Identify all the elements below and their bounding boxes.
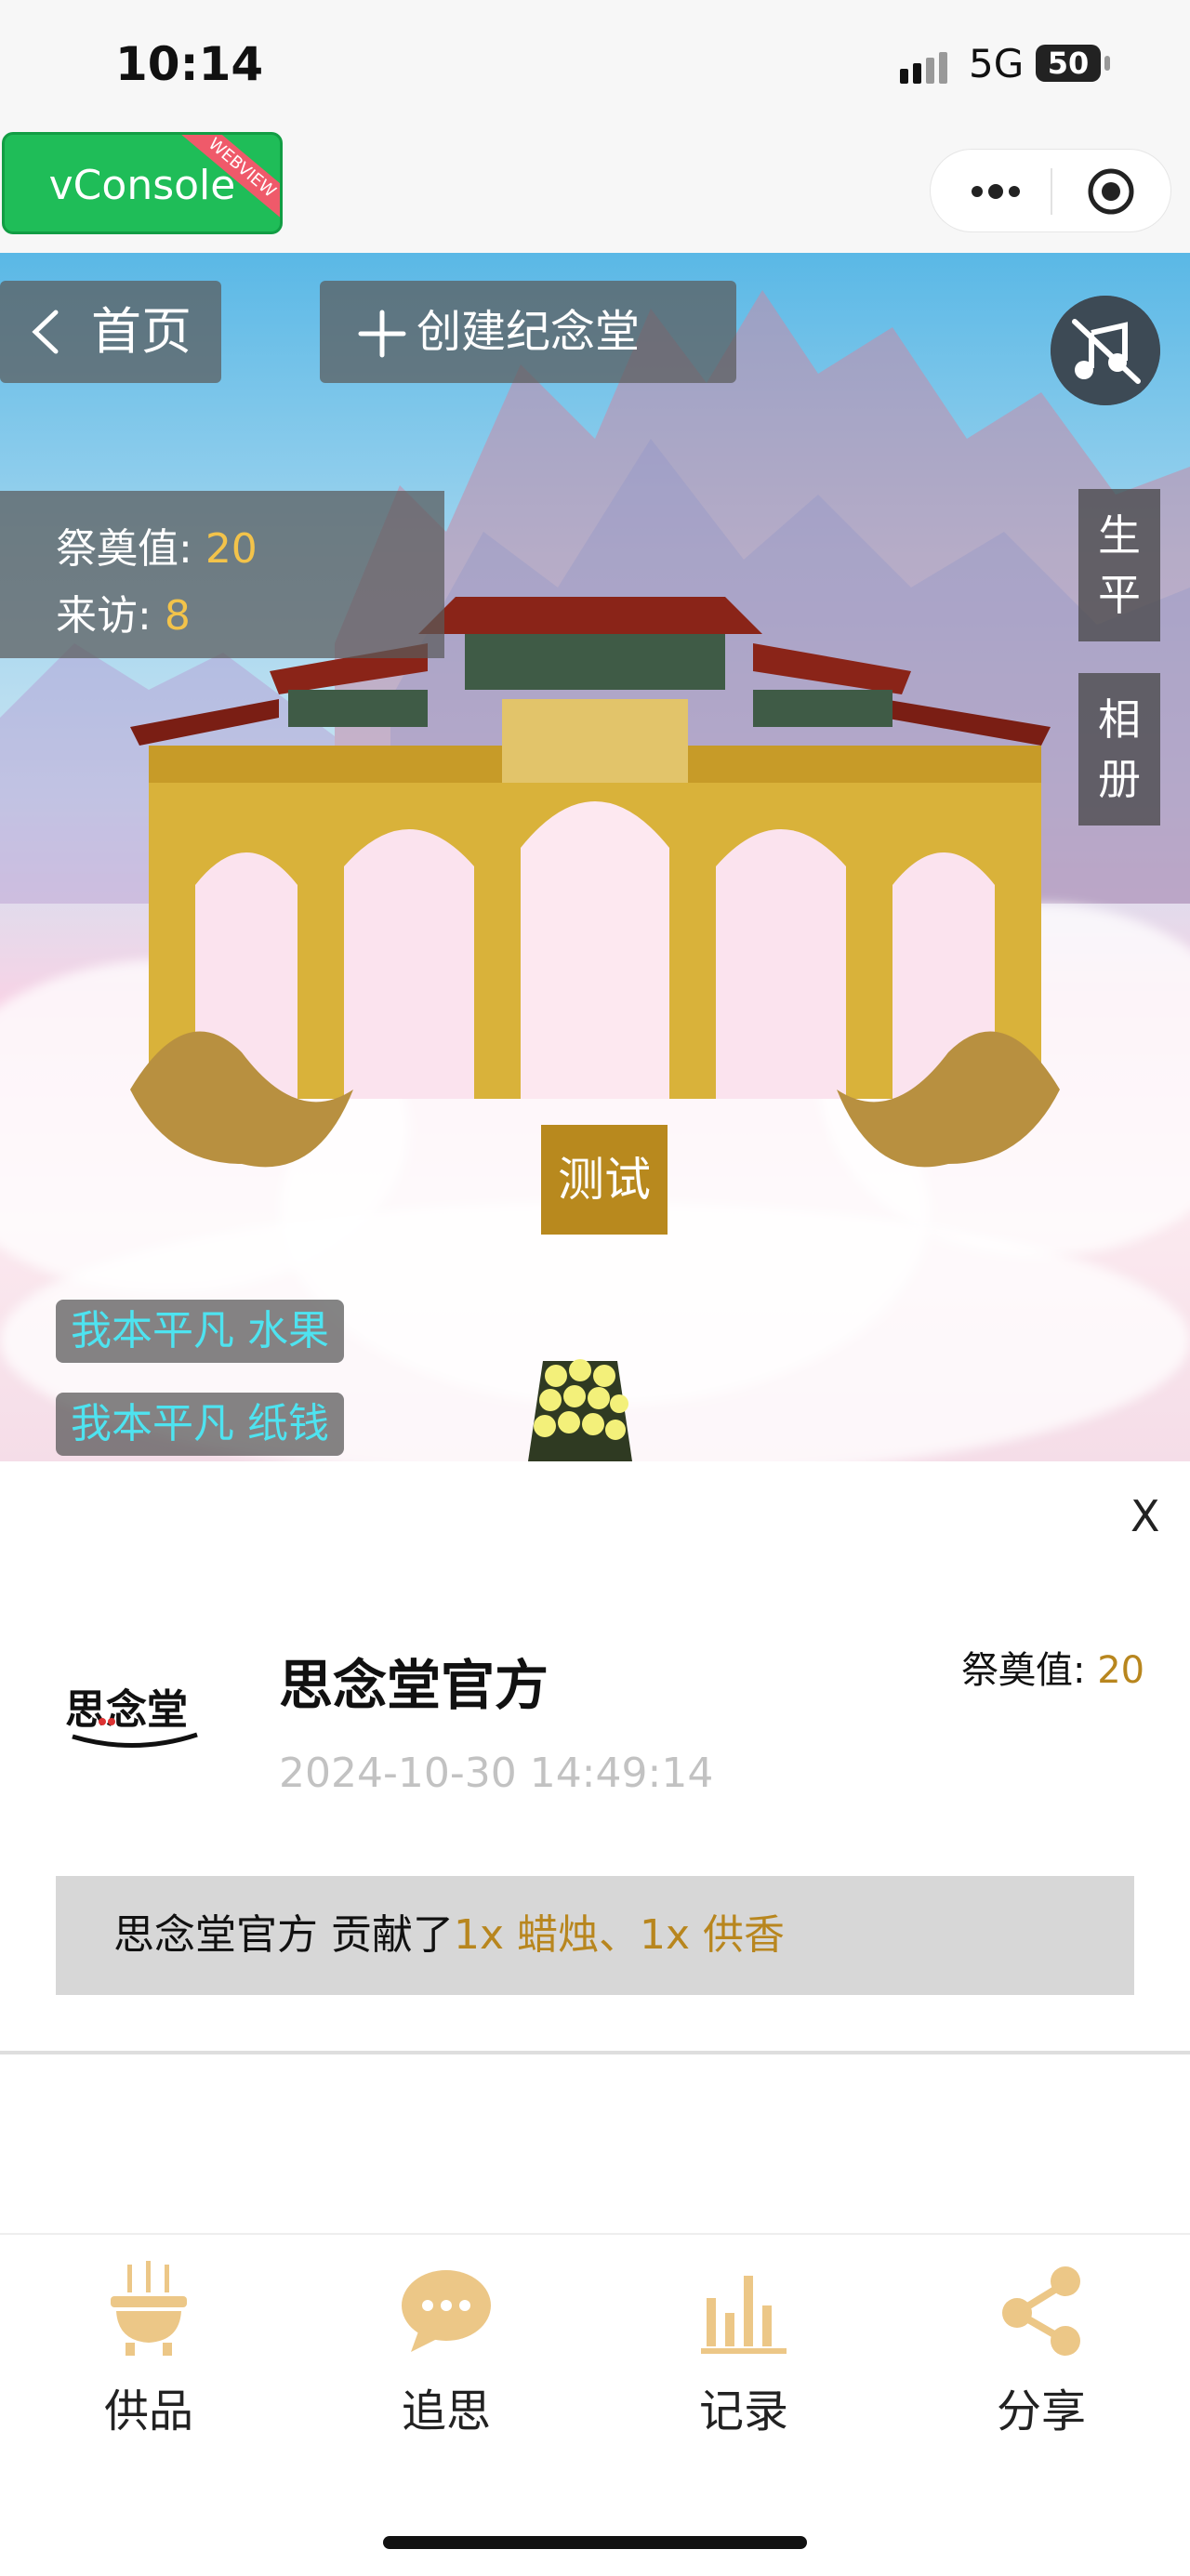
tab-biography[interactable]: 生平 (1078, 489, 1160, 641)
contribution-box: 思念堂官方 贡献了1x 蜡烛、1x 供香 (56, 1876, 1134, 1995)
capsule-divider (1051, 168, 1052, 215)
share-icon (1002, 2266, 1080, 2356)
create-memorial-button[interactable]: 创建纪念堂 (320, 281, 736, 383)
vconsole-label: vConsole (48, 162, 236, 209)
signal-icon (900, 52, 947, 84)
record-score: 祭奠值: 20 (961, 1640, 1144, 1694)
tab-offerings[interactable]: 供品 (56, 2261, 242, 2439)
visit-stat: 来访: 8 (56, 582, 191, 641)
tab-share[interactable]: 分享 (948, 2261, 1134, 2439)
create-label: 创建纪念堂 (416, 306, 641, 358)
user-name: 思念堂官方 (279, 1654, 549, 1717)
close-miniprogram-icon[interactable] (1087, 167, 1135, 216)
vconsole-button[interactable]: vConsole WEBVIEW (2, 132, 283, 234)
music-off-icon[interactable] (1051, 296, 1160, 405)
offering-message: 我本平凡 水果 (56, 1300, 344, 1363)
chat-bubble-icon (402, 2270, 491, 2352)
tab-remembrance-label: 追思 (401, 2385, 491, 2437)
visit-label: 来访: (56, 592, 165, 640)
tab-biography-label: 生平 (1098, 510, 1141, 620)
back-home-button[interactable]: 首页 (0, 281, 221, 383)
battery-icon: 50 (1036, 45, 1101, 82)
app-logo: 思念堂 (65, 1686, 198, 1748)
visit-value: 8 (164, 592, 191, 640)
status-time: 10:14 (115, 37, 264, 91)
capsule-menu (930, 149, 1171, 232)
tab-album-label: 相册 (1098, 694, 1141, 804)
tab-records[interactable]: 记录 (651, 2261, 837, 2439)
contribution-user: 思念堂官方 贡献了 (113, 1911, 454, 1959)
flower-wreath-icon (528, 1359, 632, 1461)
back-label: 首页 (91, 302, 192, 361)
record-date: 2024-10-30 14:49:14 (279, 1750, 714, 1797)
plus-icon (358, 310, 406, 358)
battery-tip (1104, 56, 1110, 71)
more-icon[interactable] (968, 168, 1024, 215)
tab-remembrance[interactable]: 追思 (353, 2261, 539, 2439)
tab-album[interactable]: 相册 (1078, 673, 1160, 826)
offering-label: 祭奠值: (56, 525, 205, 573)
network-label: 5G (969, 41, 1025, 86)
test-button[interactable]: 测试 (541, 1125, 668, 1235)
memorial-scene (0, 253, 1190, 1461)
divider (0, 2051, 1190, 2054)
bar-chart-icon (701, 2276, 787, 2354)
chevron-left-icon (32, 310, 59, 354)
incense-burner-icon (111, 2261, 187, 2356)
score-value: 20 (1097, 1649, 1145, 1692)
score-label: 祭奠值: (961, 1649, 1098, 1692)
home-indicator (383, 2536, 807, 2549)
close-panel-button[interactable]: X (1130, 1491, 1160, 1541)
tab-records-label: 记录 (698, 2385, 788, 2437)
offering-stat: 祭奠值: 20 (56, 515, 258, 575)
offering-message: 我本平凡 纸钱 (56, 1393, 344, 1456)
svg-text:思念堂: 思念堂 (65, 1686, 188, 1734)
status-bar: 10:14 5G 50 (0, 0, 1190, 130)
contribution-items: 1x 蜡烛、1x 供香 (454, 1911, 786, 1959)
tab-offerings-label: 供品 (103, 2385, 193, 2437)
tab-share-label: 分享 (996, 2385, 1086, 2437)
stats-box: 祭奠值: 20 来访: 8 (0, 491, 444, 658)
offering-value: 20 (205, 525, 258, 573)
